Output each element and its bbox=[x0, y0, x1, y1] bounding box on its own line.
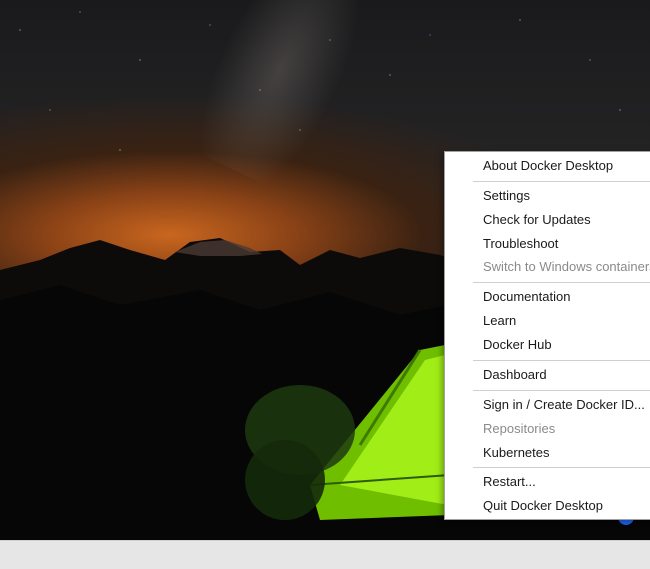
menu-separator bbox=[473, 390, 650, 391]
menu-item-about[interactable]: About Docker Desktop bbox=[445, 154, 650, 178]
menu-item-check-updates[interactable]: Check for Updates bbox=[445, 208, 650, 232]
menu-item-settings[interactable]: Settings bbox=[445, 184, 650, 208]
menu-item-repositories: Repositories bbox=[483, 421, 556, 436]
foliage bbox=[245, 385, 355, 520]
menu-separator bbox=[473, 282, 650, 283]
menu-separator bbox=[473, 181, 650, 182]
menu-item-docker-hub[interactable]: Docker Hub bbox=[445, 333, 650, 357]
menu-item-dashboard[interactable]: Dashboard bbox=[445, 363, 650, 387]
menu-item-switch-windows-containers: Switch to Windows containers bbox=[483, 259, 650, 274]
menu-separator bbox=[473, 467, 650, 468]
taskbar bbox=[0, 540, 650, 569]
menu-item-kubernetes[interactable]: Kubernetes bbox=[445, 441, 650, 465]
menu-item-sign-in[interactable]: Sign in / Create Docker ID... bbox=[445, 393, 650, 417]
menu-item-learn[interactable]: Learn bbox=[445, 309, 650, 333]
menu-item-troubleshoot[interactable]: Troubleshoot bbox=[445, 232, 650, 256]
menu-item-quit[interactable]: Quit Docker Desktop bbox=[445, 494, 650, 518]
menu-item-documentation[interactable]: Documentation bbox=[445, 285, 650, 309]
menu-item-restart[interactable]: Restart... bbox=[445, 470, 650, 494]
docker-context-menu: About Docker Desktop Settings Check for … bbox=[444, 151, 650, 520]
menu-separator bbox=[473, 360, 650, 361]
